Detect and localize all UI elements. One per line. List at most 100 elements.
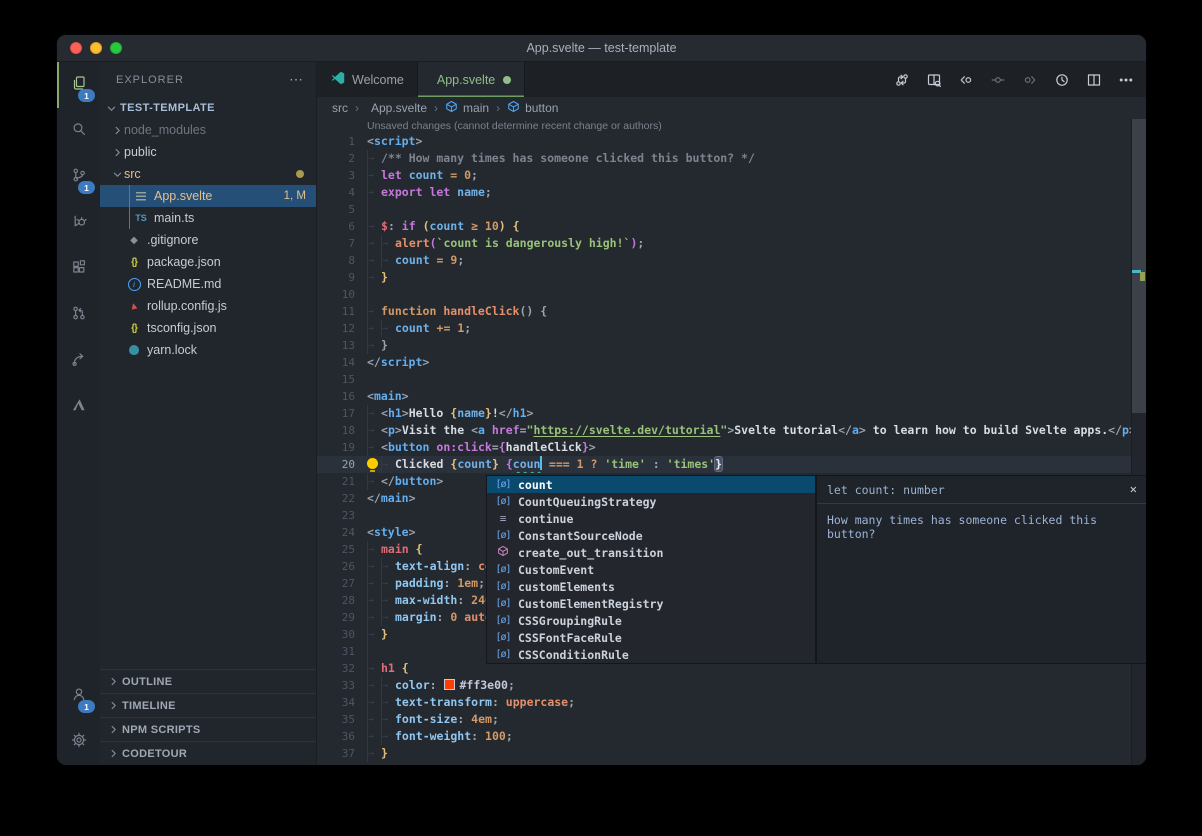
code-line-17[interactable]: 17→<h1>Hello {name}!</h1> (317, 405, 1146, 422)
token: ) (499, 219, 513, 233)
more-actions-icon[interactable]: ⋯ (289, 71, 304, 88)
github-pull-requests-item[interactable] (57, 292, 100, 338)
code-line-11[interactable]: 11→function handleClick() { (317, 303, 1146, 320)
tab-app-svelte[interactable]: App.svelte (418, 62, 525, 97)
code-line-35[interactable]: 35→→font-size: 4em; (317, 711, 1146, 728)
code-line-5[interactable]: 5 (317, 201, 1146, 218)
file-row-yarn-lock[interactable]: yarn.lock (100, 339, 316, 361)
code-line-36[interactable]: 36→→font-weight: 100; (317, 728, 1146, 745)
breadcrumb-item-main[interactable]: main (445, 100, 489, 116)
split-editor-icon[interactable] (1086, 72, 1102, 88)
file-tree: node_modulespublic srcApp.svelte1, MTSmai… (100, 119, 316, 361)
code-line-19[interactable]: 19→<button on:click={handleClick}> (317, 439, 1146, 456)
sidebar-sections: OUTLINETIMELINENPM SCRIPTSCODETOUR (100, 669, 316, 765)
explorer-item[interactable]: 1 (57, 62, 100, 108)
open-changes-icon[interactable] (926, 72, 942, 88)
project-root-row[interactable]: TEST-TEMPLATE (100, 97, 316, 119)
code-line-3[interactable]: 3→let count = 0; (317, 167, 1146, 184)
source-control-item[interactable]: 1 (57, 154, 100, 200)
line-number: 15 (317, 371, 367, 388)
suggestion-customevent[interactable]: [ø]CustomEvent (487, 561, 815, 578)
file-label: public (124, 145, 157, 159)
gitlens-compare-icon[interactable] (894, 72, 910, 88)
tab-welcome[interactable]: Welcome (317, 62, 418, 97)
breadcrumb-item-app-svelte[interactable]: App.svelte (366, 101, 427, 115)
code-line-16[interactable]: 16<main> (317, 388, 1146, 405)
more-actions-icon[interactable] (1118, 72, 1134, 88)
suggestion-cssconditionrule[interactable]: [ø]CSSConditionRule (487, 646, 815, 663)
code-line-15[interactable]: 15 (317, 371, 1146, 388)
file-row--gitignore[interactable]: ◆.gitignore (100, 229, 316, 251)
code-line-6[interactable]: 6→$: if (count ≥ 10) { (317, 218, 1146, 235)
token: h1 (513, 406, 527, 420)
lightbulb-icon[interactable] (367, 458, 378, 469)
suggestion-continue[interactable]: ≡continue (487, 510, 815, 527)
next-change-icon[interactable] (1022, 72, 1038, 88)
code-line-34[interactable]: 34→→text-transform: uppercase; (317, 694, 1146, 711)
file-row-rollup-config-js[interactable]: ▲rollup.config.js (100, 295, 316, 317)
line-content: <main> (367, 388, 1146, 405)
extensions-item[interactable] (57, 246, 100, 292)
code-line-7[interactable]: 7→→alert(`count is dangerously high!`); (317, 235, 1146, 252)
suggestion-create_out_transition[interactable]: create_out_transition (487, 544, 815, 561)
suggestion-constantsourcenode[interactable]: [ø]ConstantSourceNode (487, 527, 815, 544)
close-icon[interactable]: ✕ (1130, 482, 1137, 496)
scrollbar-thumb[interactable] (1132, 119, 1146, 413)
section-codetour[interactable]: CODETOUR (100, 741, 316, 765)
code-line-14[interactable]: 14</script> (317, 354, 1146, 371)
section-timeline[interactable]: TIMELINE (100, 693, 316, 717)
code-line-8[interactable]: 8→→count = 9; (317, 252, 1146, 269)
file-label: App.svelte (154, 189, 212, 203)
code-line-4[interactable]: 4→export let name; (317, 184, 1146, 201)
code-line-10[interactable]: 10 (317, 286, 1146, 303)
code-line-2[interactable]: 2→/** How many times has someone clicked… (317, 150, 1146, 167)
section-npm-scripts[interactable]: NPM SCRIPTS (100, 717, 316, 741)
code-line-12[interactable]: 12→→count += 1; (317, 320, 1146, 337)
settings-item[interactable] (57, 719, 100, 765)
file-label: rollup.config.js (147, 299, 227, 313)
code-line-20[interactable]: 20→Clicked {count} {coun === 1 ? 'time' … (317, 456, 1146, 473)
file-row-package-json[interactable]: {}package.json (100, 251, 316, 273)
suggestion-cssfontfacerule[interactable]: [ø]CSSFontFaceRule (487, 629, 815, 646)
code-line-13[interactable]: 13→} (317, 337, 1146, 354)
code-editor[interactable]: Unsaved changes (cannot determine recent… (317, 119, 1146, 765)
file-row-tsconfig-json[interactable]: {}tsconfig.json (100, 317, 316, 339)
code-line-18[interactable]: 18→<p>Visit the <a href="https://svelte.… (317, 422, 1146, 439)
zoom-button[interactable] (110, 42, 122, 54)
accounts-item[interactable]: 1 (57, 673, 100, 719)
file-history-icon[interactable] (1054, 72, 1070, 88)
file-row-public[interactable]: public (100, 141, 316, 163)
line-number: 36 (317, 728, 367, 745)
line-content: →→count += 1; (367, 320, 1146, 337)
suggestion-label: CustomElementRegistry (518, 597, 663, 611)
suggestion-countqueuingstrategy[interactable]: [ø]CountQueuingStrategy (487, 493, 815, 510)
azure-icon (71, 397, 87, 418)
suggestion-count[interactable]: [ø]count (487, 476, 815, 493)
breadcrumb-item-button[interactable]: button (507, 100, 558, 116)
change-marker-icon[interactable] (990, 72, 1006, 88)
close-button[interactable] (70, 42, 82, 54)
suggestion-customelements[interactable]: [ø]customElements (487, 578, 815, 595)
minimize-button[interactable] (90, 42, 102, 54)
run-debug-item[interactable] (57, 200, 100, 246)
code-line-1[interactable]: 1<script> (317, 133, 1146, 150)
azure-item[interactable] (57, 384, 100, 430)
token: count (430, 219, 465, 233)
file-row-src[interactable]: src (100, 163, 316, 185)
live-share-item[interactable] (57, 338, 100, 384)
suggestion-cssgroupingrule[interactable]: [ø]CSSGroupingRule (487, 612, 815, 629)
code-line-9[interactable]: 9→} (317, 269, 1146, 286)
vertical-scrollbar[interactable] (1131, 119, 1146, 765)
file-row-main-ts[interactable]: TSmain.ts (100, 207, 316, 229)
file-row-readme-md[interactable]: iREADME.md (100, 273, 316, 295)
file-row-app-svelte[interactable]: App.svelte1, M (100, 185, 316, 207)
section-outline[interactable]: OUTLINE (100, 669, 316, 693)
chevron-down-icon (110, 167, 124, 181)
code-line-33[interactable]: 33→→color: #ff3e00; (317, 677, 1146, 694)
breadcrumb-item-src[interactable]: src (332, 101, 348, 115)
suggestion-customelementregistry[interactable]: [ø]CustomElementRegistry (487, 595, 815, 612)
previous-change-icon[interactable] (958, 72, 974, 88)
file-row-node-modules[interactable]: node_modules (100, 119, 316, 141)
code-line-37[interactable]: 37→} (317, 745, 1146, 762)
search-item[interactable] (57, 108, 100, 154)
